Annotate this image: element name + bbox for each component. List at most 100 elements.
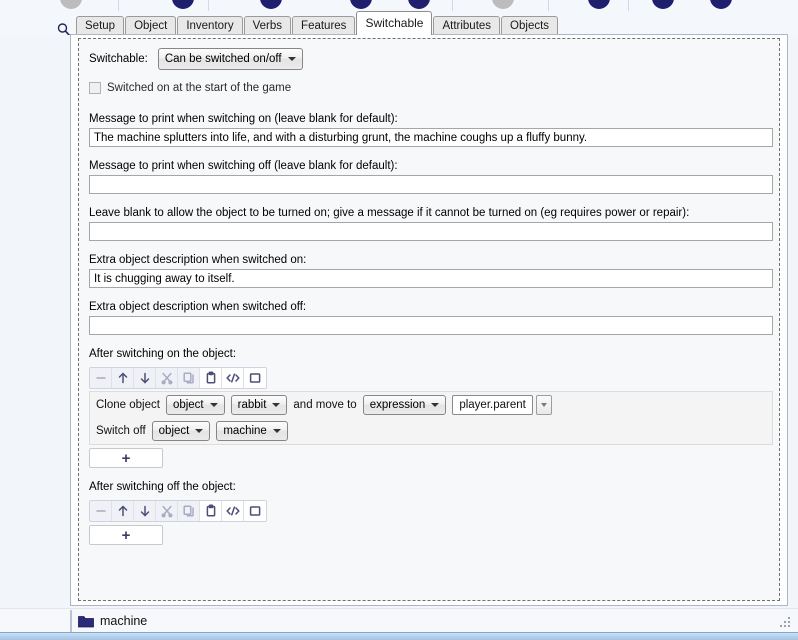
chevron-down-icon <box>209 403 218 407</box>
after-switching-on-label: After switching on the object: <box>89 348 237 360</box>
start-on-checkbox-row[interactable]: Switched on at the start of the game <box>89 78 769 98</box>
tab-verbs[interactable]: Verbs <box>243 16 292 35</box>
toolbar-button-7[interactable] <box>588 0 610 9</box>
right-gutter <box>788 35 798 608</box>
msg-off-label: Message to print when switching off (lea… <box>89 160 398 172</box>
msg-off-input[interactable] <box>89 175 773 194</box>
tab-label: Verbs <box>252 20 283 32</box>
toolbar-button-2[interactable] <box>172 0 194 9</box>
stop-icon[interactable] <box>244 501 266 521</box>
tab-label: Features <box>301 20 347 32</box>
script-row-switch-off[interactable]: Switch off object machine <box>90 418 772 444</box>
tab-label: Objects <box>510 20 550 32</box>
toolbar-button-9[interactable] <box>710 0 732 9</box>
switchable-row: Switchable: Can be switched on/off <box>89 48 769 70</box>
script-toolbar-on <box>89 367 267 389</box>
switchable-select-value: Can be switched on/off <box>164 53 282 65</box>
after-switching-off-label: After switching off the object: <box>89 481 236 493</box>
paste-icon[interactable] <box>200 501 222 521</box>
tab-strip: Setup Object Inventory Verbs Features Switcha… <box>0 11 798 37</box>
switchable-label: Switchable: <box>89 53 148 65</box>
cannot-turn-on-label: Leave blank to allow the object to be tu… <box>89 207 690 219</box>
toolbar-separator <box>628 0 629 11</box>
move-down-icon[interactable] <box>134 368 156 388</box>
toolbar-button-1[interactable] <box>60 0 82 9</box>
remove-icon[interactable] <box>90 501 112 521</box>
chevron-down-icon <box>272 429 281 433</box>
grip-dot <box>784 621 786 623</box>
quest-editor-window: Setup Object Inventory Verbs Features Switcha… <box>0 0 798 640</box>
desc-off-input[interactable] <box>89 316 773 335</box>
desc-off-label: Extra object description when switched o… <box>89 301 307 313</box>
tab-attributes[interactable]: Attributes <box>433 16 501 35</box>
stop-icon[interactable] <box>244 368 266 388</box>
toolbar-button-6[interactable] <box>492 0 514 9</box>
status-bar-separator <box>70 610 72 632</box>
copy-icon[interactable] <box>178 501 200 521</box>
switchable-select[interactable]: Can be switched on/off <box>157 48 303 70</box>
msg-on-input[interactable] <box>89 128 773 147</box>
add-script-off-button[interactable]: + <box>89 525 163 545</box>
switch-off-type-select[interactable]: object <box>151 421 211 441</box>
expression-value: player.parent <box>459 399 526 411</box>
select-value: object <box>158 425 190 437</box>
chevron-down-icon <box>287 57 296 61</box>
move-down-icon[interactable] <box>134 501 156 521</box>
select-value: object <box>172 399 204 411</box>
expression-field: player.parent <box>452 395 552 415</box>
toolbar-separator <box>208 0 209 11</box>
script-list-on: Clone object object rabbit and move to expre… <box>89 391 773 445</box>
add-script-on-button[interactable]: + <box>89 448 163 468</box>
window-bottom-chrome <box>0 632 798 640</box>
tab-inventory[interactable]: Inventory <box>177 16 243 35</box>
tab-setup[interactable]: Setup <box>76 16 125 35</box>
tab-objects[interactable]: Objects <box>501 16 559 35</box>
code-view-icon[interactable] <box>222 501 244 521</box>
cut-icon[interactable] <box>156 368 178 388</box>
status-current-object[interactable]: machine <box>78 612 147 630</box>
tab-switchable[interactable]: Switchable <box>356 11 433 35</box>
start-on-checkbox[interactable] <box>89 82 101 94</box>
move-up-icon[interactable] <box>112 501 134 521</box>
move-up-icon[interactable] <box>112 368 134 388</box>
toolbar-button-3[interactable] <box>260 0 282 9</box>
clone-type-select[interactable]: object <box>165 395 225 415</box>
script-toolbar-off <box>89 500 267 522</box>
cannot-turn-on-input[interactable] <box>89 222 773 241</box>
switch-off-target-select[interactable]: machine <box>216 421 288 441</box>
switchable-form: Switchable: Can be switched on/off Switc… <box>89 48 773 545</box>
cut-icon[interactable] <box>156 501 178 521</box>
tab-features[interactable]: Features <box>292 16 356 35</box>
grip-dot <box>788 617 790 619</box>
script-keyword: Clone object <box>96 399 160 411</box>
chevron-down-icon <box>195 429 204 433</box>
tab-object[interactable]: Object <box>125 16 177 35</box>
switchable-panel-inner: Switchable: Can be switched on/off Switc… <box>78 38 780 601</box>
move-to-expression-input[interactable]: player.parent <box>452 395 533 415</box>
expression-dropdown-button[interactable] <box>535 395 552 415</box>
desc-on-input[interactable] <box>89 269 773 288</box>
resize-grip[interactable] <box>780 617 792 629</box>
copy-icon[interactable] <box>178 368 200 388</box>
grip-dot <box>780 625 782 627</box>
status-bar: machine <box>0 608 798 633</box>
select-value: rabbit <box>237 399 267 411</box>
paste-icon[interactable] <box>200 368 222 388</box>
remove-icon[interactable] <box>90 368 112 388</box>
tab-label: Attributes <box>442 20 492 32</box>
grip-dot <box>788 625 790 627</box>
tab-label: Object <box>134 20 168 32</box>
chevron-down-icon <box>540 403 547 407</box>
script-row-clone-object[interactable]: Clone object object rabbit and move to expre… <box>90 392 772 418</box>
toolbar-separator <box>452 0 453 11</box>
tab-label: Inventory <box>186 20 234 32</box>
code-view-icon[interactable] <box>222 368 244 388</box>
toolbar-button-4[interactable] <box>350 0 372 9</box>
toolbar-button-5[interactable] <box>408 0 430 9</box>
clone-target-select[interactable]: rabbit <box>230 395 288 415</box>
grip-dot <box>784 625 786 627</box>
toolbar-button-8[interactable] <box>652 0 674 9</box>
move-to-type-select[interactable]: expression <box>362 395 447 415</box>
toolbar-separator <box>118 0 119 11</box>
toolbar-separator <box>548 0 549 11</box>
